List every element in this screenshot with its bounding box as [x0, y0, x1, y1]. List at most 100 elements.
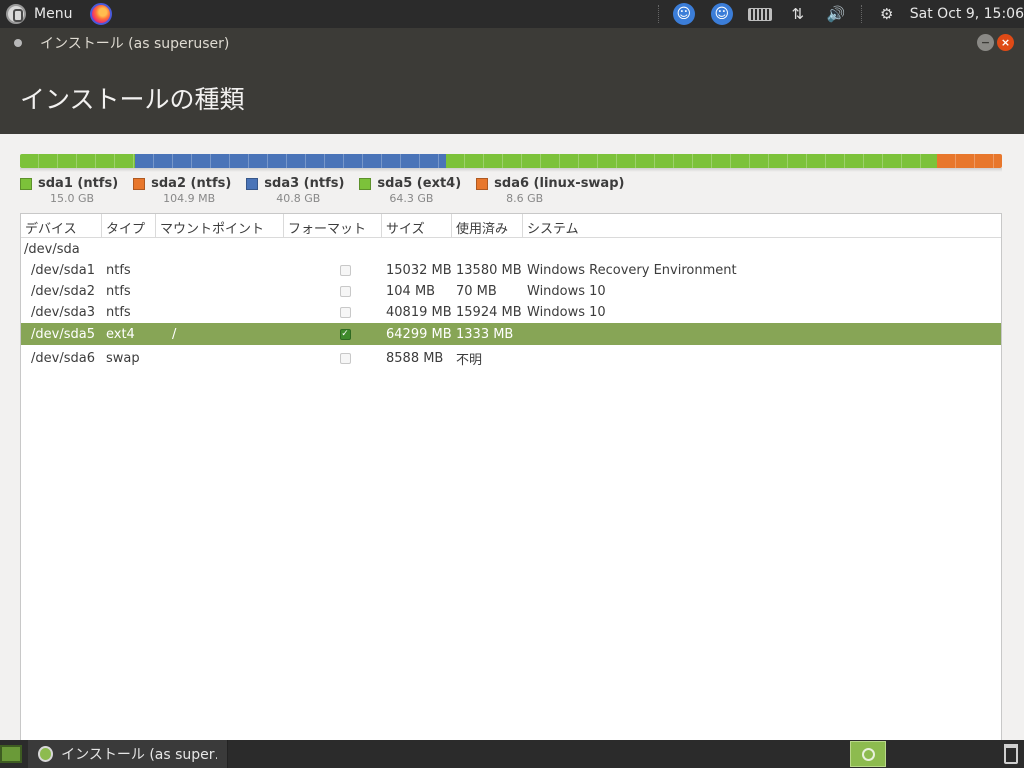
legend-swatch: [476, 178, 489, 190]
cell-used: 1333 MB: [456, 326, 514, 342]
column-header-system[interactable]: システム: [523, 214, 1001, 237]
partition-table: デバイス タイプ マウントポイント フォーマット サイズ 使用済み システム /…: [20, 213, 1002, 740]
window-controls: − ×: [974, 34, 1014, 51]
cell-type: swap: [106, 350, 140, 366]
table-row-selected[interactable]: /dev/sda5 ext4 / ✓ 64299 MB 1333 MB: [21, 323, 1001, 345]
cell-type: ntfs: [106, 305, 131, 320]
tray-separator: [657, 5, 659, 23]
column-header-type[interactable]: タイプ: [102, 214, 156, 237]
legend-size: 40.8 GB: [276, 192, 321, 205]
legend-swatch: [133, 178, 146, 190]
cell-device: /dev/sda3: [31, 305, 95, 320]
cell-size: 64299 MB: [386, 326, 452, 342]
cell-size: 104 MB: [386, 284, 436, 299]
legend-item: sda3 (ntfs) 40.8 GB: [246, 176, 344, 205]
format-checkbox[interactable]: [339, 352, 351, 364]
cell-format: [284, 265, 382, 276]
cell-format: [284, 286, 382, 297]
firefox-icon[interactable]: [90, 3, 113, 25]
legend-swatch: [359, 178, 372, 190]
workspace-switcher[interactable]: [850, 741, 886, 767]
legend-label: sda5 (ext4): [377, 176, 462, 191]
disk-row[interactable]: /dev/sda: [21, 238, 1001, 260]
window-icon: [14, 39, 22, 47]
window-title: インストール (as superuser): [40, 36, 230, 52]
tray-separator: [860, 5, 862, 23]
close-button[interactable]: ×: [997, 34, 1014, 51]
cell-used: 15924 MB: [456, 305, 522, 320]
network-icon[interactable]: ⇅: [785, 3, 811, 25]
cell-size: 8588 MB: [386, 350, 444, 366]
format-checkbox[interactable]: [339, 265, 351, 276]
universal-access-icon[interactable]: ☺: [709, 3, 735, 25]
clock[interactable]: Sat Oct 9, 15:06: [910, 6, 1024, 22]
volume-icon[interactable]: 🔊: [823, 3, 849, 25]
legend-size: 64.3 GB: [389, 192, 434, 205]
partition-legend: sda1 (ntfs) 15.0 GB sda2 (ntfs) 104.9 MB…: [20, 176, 639, 205]
partition-bar-shadow: [20, 168, 1002, 172]
table-header: デバイス タイプ マウントポイント フォーマット サイズ 使用済み システム: [21, 214, 1001, 238]
installer-icon: [38, 746, 54, 762]
cell-device: /dev/sda5: [31, 326, 95, 342]
column-header-size[interactable]: サイズ: [382, 214, 452, 237]
format-checkbox-checked[interactable]: ✓: [339, 328, 351, 340]
column-header-mount[interactable]: マウントポイント: [156, 214, 284, 237]
legend-item: sda1 (ntfs) 15.0 GB: [20, 176, 118, 205]
column-header-device[interactable]: デバイス: [21, 214, 102, 237]
bottom-taskbar: インストール (as super…: [0, 740, 1024, 768]
cell-format: [284, 307, 382, 318]
legend-item: sda6 (linux-swap) 8.6 GB: [476, 176, 624, 205]
menu-label: Menu: [34, 6, 73, 22]
taskbar-item-installer[interactable]: インストール (as super…: [28, 740, 228, 768]
cell-type: ext4: [106, 326, 135, 342]
minimize-button[interactable]: −: [977, 34, 994, 51]
table-row[interactable]: /dev/sda2 ntfs 104 MB 70 MB Windows 10: [21, 281, 1001, 302]
table-row[interactable]: /dev/sda6 swap 8588 MB 不明: [21, 345, 1001, 371]
trash-icon[interactable]: [1004, 744, 1018, 764]
legend-size: 8.6 GB: [506, 192, 544, 205]
legend-size: 15.0 GB: [50, 192, 95, 205]
partition-segment-sda6: [937, 154, 1002, 168]
cell-type: ntfs: [106, 284, 131, 299]
partition-segment-sda1: [20, 154, 135, 168]
taskbar-item-label: インストール (as super…: [61, 747, 217, 763]
legend-label: sda6 (linux-swap): [494, 176, 625, 191]
system-tray: ☺ ☺ ⇅ 🔊 ⚙ Sat Oct 9, 15:06: [652, 0, 1024, 28]
cell-device: /dev/sda1: [31, 263, 95, 278]
legend-size: 104.9 MB: [163, 192, 216, 205]
show-desktop-icon[interactable]: [0, 745, 22, 763]
settings-icon[interactable]: ⚙: [874, 3, 900, 25]
cell-device: /dev/sda2: [31, 284, 95, 299]
table-row[interactable]: /dev/sda1 ntfs 15032 MB 13580 MB Windows…: [21, 260, 1001, 281]
window-titlebar[interactable]: インストール (as superuser) − ×: [0, 28, 1024, 58]
table-row[interactable]: /dev/sda3 ntfs 40819 MB 15924 MB Windows…: [21, 302, 1001, 323]
menu-icon: [6, 4, 26, 24]
installer-content: sda1 (ntfs) 15.0 GB sda2 (ntfs) 104.9 MB…: [0, 134, 1024, 740]
cell-format: [284, 352, 382, 364]
legend-label: sda3 (ntfs): [264, 176, 345, 191]
cell-mount: /: [172, 326, 177, 342]
page-title: インストールの種類: [20, 85, 245, 114]
cell-used: 不明: [456, 352, 483, 368]
partition-segment-sda5: [446, 154, 938, 168]
cell-size: 15032 MB: [386, 263, 452, 278]
workspace-icon: [862, 748, 875, 761]
menu-button[interactable]: Menu: [0, 0, 78, 28]
legend-item: sda5 (ext4) 64.3 GB: [359, 176, 461, 205]
disk-label: /dev/sda: [24, 241, 80, 257]
format-checkbox[interactable]: [339, 286, 351, 297]
column-header-format[interactable]: フォーマット: [284, 214, 382, 237]
column-header-used[interactable]: 使用済み: [452, 214, 523, 237]
installer-header: インストールの種類: [0, 58, 1024, 134]
legend-swatch: [20, 178, 32, 190]
cell-system: Windows 10: [527, 305, 606, 320]
cell-system: Windows Recovery Environment: [527, 263, 737, 278]
format-checkbox[interactable]: [339, 307, 351, 318]
keyboard-icon[interactable]: [747, 3, 773, 25]
accessibility-icon[interactable]: ☺: [671, 3, 697, 25]
cell-format: ✓: [284, 328, 382, 340]
top-panel: Menu ☺ ☺ ⇅ 🔊 ⚙ Sat Oct 9, 15:06: [0, 0, 1024, 28]
cell-type: ntfs: [106, 263, 131, 278]
cell-used: 13580 MB: [456, 263, 522, 278]
cell-system: Windows 10: [527, 284, 606, 299]
